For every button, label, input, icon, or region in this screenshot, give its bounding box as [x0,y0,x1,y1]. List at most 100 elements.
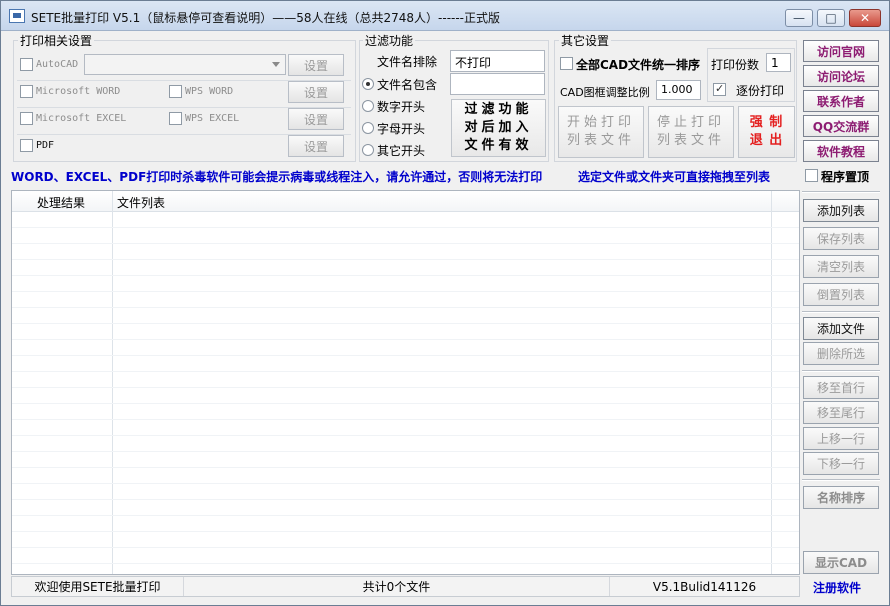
sort-by-name-button[interactable]: 名称排序 [803,486,879,509]
digit-start-label: 数字开头 [377,100,426,114]
table-row [12,468,799,484]
table-row [12,244,799,260]
wps-excel-label: WPS EXCEL [185,113,240,124]
filter-title: 过滤功能 [363,32,416,49]
tutorial-button[interactable]: 软件教程 [803,140,879,162]
autocad-checkbox[interactable] [20,58,33,71]
close-icon: ✕ [859,11,871,25]
filter-note-line1: 过滤功能 [464,102,533,117]
cad-ratio-input[interactable]: 1.000 [656,80,701,100]
result-column-header[interactable]: 处理结果 [37,194,85,211]
separator [802,479,880,481]
ms-word-checkbox[interactable] [20,85,33,98]
collate-label: 逐份打印 [736,84,785,98]
maximize-button[interactable]: □ [817,9,845,27]
table-row [12,516,799,532]
digit-start-radio[interactable] [362,100,374,112]
move-last-button[interactable]: 移至尾行 [803,401,879,424]
autocad-label: AutoCAD [36,59,79,70]
table-header: 处理结果 文件列表 [12,191,799,212]
filter-note-line2: 对后加入 [464,120,533,135]
collate-checkbox[interactable] [713,82,726,96]
save-list-button[interactable]: 保存列表 [803,227,879,250]
table-row [12,404,799,420]
separator [802,311,880,313]
file-column-header[interactable]: 文件列表 [117,194,165,211]
cad-ratio-label: CAD图框调整比例 [560,86,650,99]
include-label: 文件名包含 [377,78,438,92]
title-bar[interactable]: SETE批量打印 V5.1（鼠标悬停可查看说明）——58人在线（总共2748人）… [1,1,889,31]
visit-site-button[interactable]: 访问官网 [803,40,879,62]
close-button[interactable]: ✕ [849,9,881,27]
window-title: SETE批量打印 V5.1（鼠标悬停可查看说明）——58人在线（总共2748人）… [31,11,501,25]
pdf-checkbox[interactable] [20,139,33,152]
show-cad-button[interactable]: 显示CAD [803,551,879,574]
minimize-icon: — [793,11,805,25]
table-row [12,484,799,500]
clear-list-button[interactable]: 清空列表 [803,255,879,278]
table-row [12,452,799,468]
force-exit-line2: 退 出 [749,133,784,148]
table-row [12,436,799,452]
copies-label: 打印份数 [711,58,760,72]
welcome-status: 欢迎使用SETE批量打印 [12,577,184,596]
start-print-line2: 列表文件 [566,133,635,148]
stop-print-button[interactable]: 停止打印 列表文件 [648,106,734,158]
maximize-icon: □ [825,11,837,25]
drag-drop-hint: 选定文件或文件夹可直接拖拽至列表 [578,170,771,184]
table-row [12,212,799,228]
chevron-down-icon [272,62,280,67]
wps-excel-checkbox[interactable] [169,112,182,125]
pdf-setup-button[interactable]: 设置 [288,135,344,157]
table-row [12,372,799,388]
letter-start-radio[interactable] [362,122,374,134]
move-up-button[interactable]: 上移一行 [803,427,879,450]
table-row [12,324,799,340]
autocad-version-dropdown[interactable] [84,54,286,75]
force-exit-button[interactable]: 强 制 退 出 [738,106,795,158]
cad-unified-sort-checkbox[interactable] [560,57,573,70]
table-row [12,260,799,276]
topmost-label: 程序置顶 [821,170,870,184]
table-row [12,532,799,548]
register-link[interactable]: 注册软件 [813,579,861,596]
qq-group-button[interactable]: QQ交流群 [803,115,879,137]
exclude-label: 文件名排除 [377,55,438,69]
excel-setup-button[interactable]: 设置 [288,108,344,130]
letter-start-label: 字母开头 [377,122,426,136]
separator [802,191,880,193]
exclude-input[interactable]: 不打印 [450,50,545,72]
ms-word-label: Microsoft WORD [36,86,121,97]
wps-word-checkbox[interactable] [169,85,182,98]
stop-print-line2: 列表文件 [656,133,725,148]
version-status: V5.1Bulid141126 [652,579,757,594]
contact-author-button[interactable]: 联系作者 [803,90,879,112]
topmost-checkbox[interactable] [805,169,818,182]
main-window: SETE批量打印 V5.1（鼠标悬停可查看说明）——58人在线（总共2748人）… [0,0,890,606]
add-list-button[interactable]: 添加列表 [803,199,879,222]
word-setup-button[interactable]: 设置 [288,81,344,103]
start-print-button[interactable]: 开始打印 列表文件 [558,106,644,158]
delete-selected-button[interactable]: 删除所选 [803,342,879,365]
wps-word-label: WPS WORD [185,86,234,97]
other-start-radio[interactable] [362,144,374,156]
visit-forum-button[interactable]: 访问论坛 [803,65,879,87]
ms-excel-checkbox[interactable] [20,112,33,125]
copies-input[interactable]: 1 [766,53,791,72]
autocad-setup-button[interactable]: 设置 [288,54,344,76]
filter-note-line3: 文件有效 [464,138,533,153]
antivirus-warning: WORD、EXCEL、PDF打印时杀毒软件可能会提示病毒或线程注入，请允许通过，… [11,170,543,184]
move-first-button[interactable]: 移至首行 [803,376,879,399]
minimize-button[interactable]: — [785,9,813,27]
print-settings-title: 打印相关设置 [18,32,95,49]
reverse-list-button[interactable]: 倒置列表 [803,283,879,306]
add-files-button[interactable]: 添加文件 [803,317,879,340]
printer-app-icon [9,9,25,23]
include-input[interactable] [450,73,545,95]
file-list-table[interactable]: 处理结果 文件列表 [11,190,800,575]
move-down-button[interactable]: 下移一行 [803,452,879,475]
table-row [12,500,799,516]
table-row [12,292,799,308]
include-radio[interactable] [362,78,374,90]
table-row [12,356,799,372]
